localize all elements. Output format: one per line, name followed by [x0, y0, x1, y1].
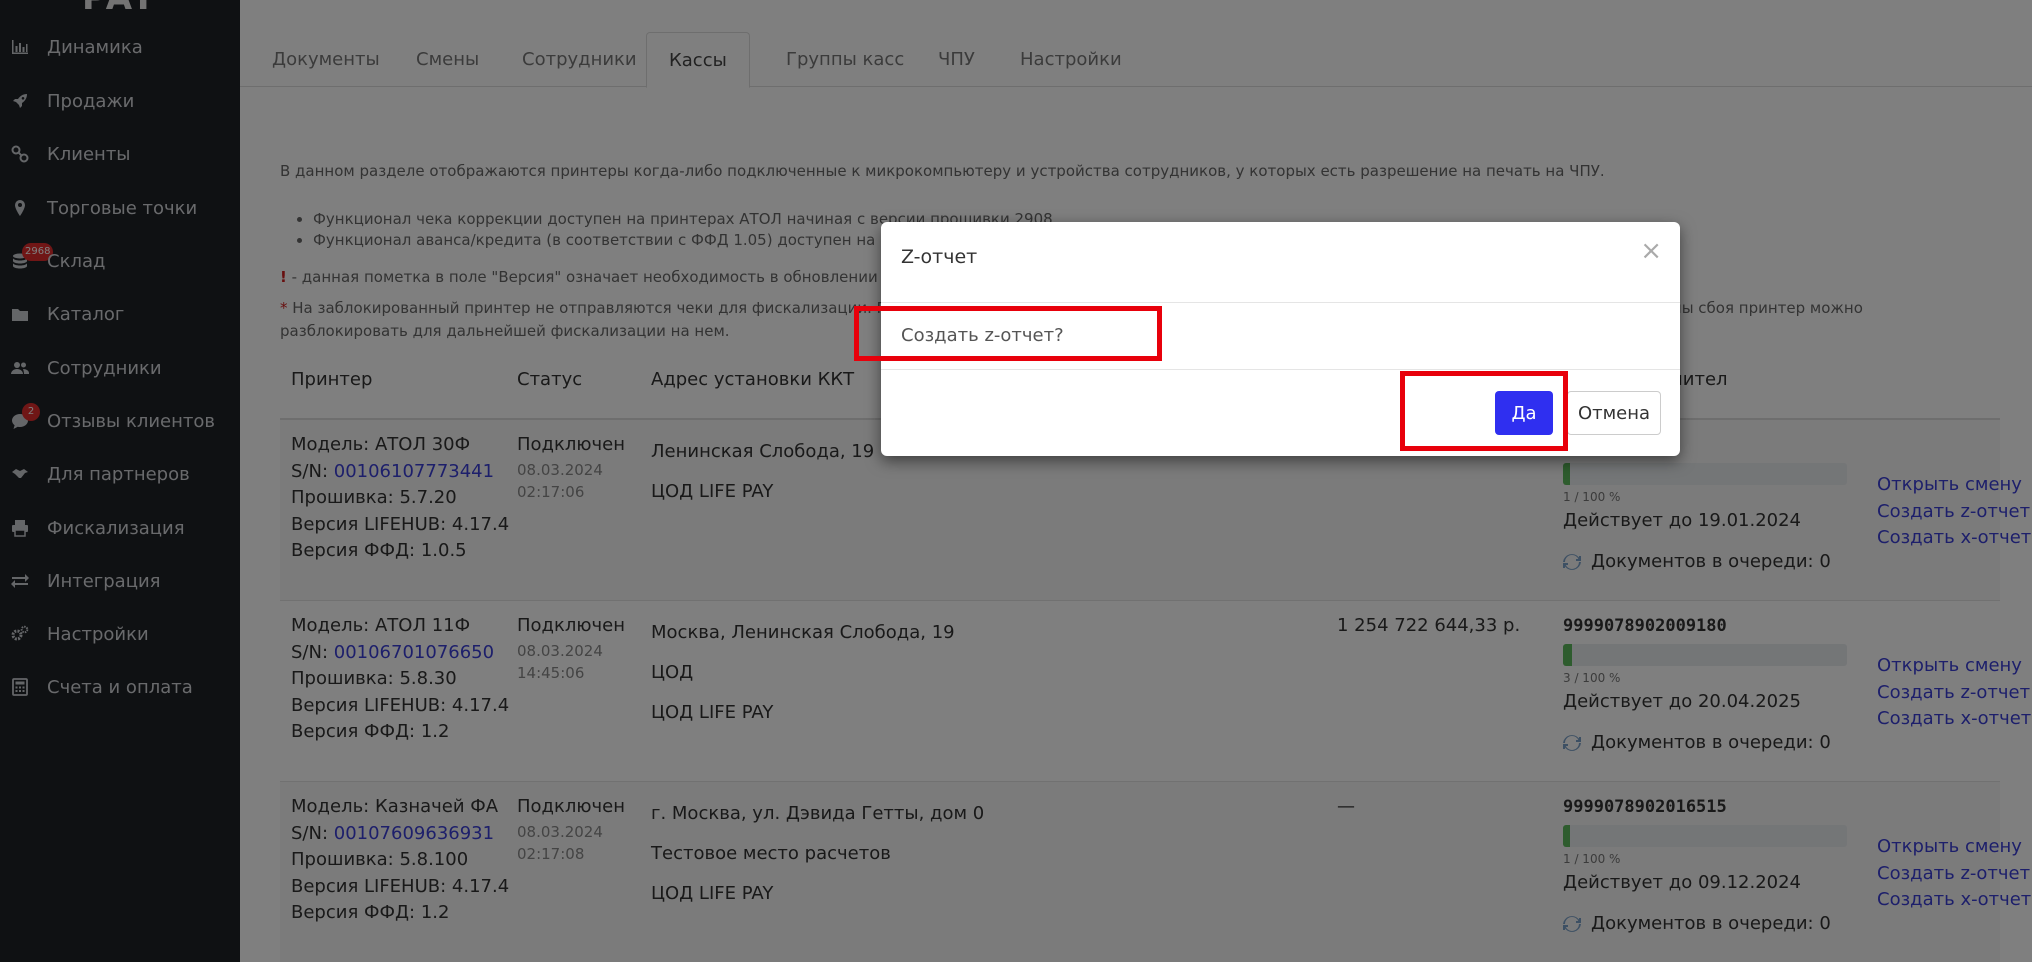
modal-backdrop[interactable]: [0, 0, 2032, 962]
modal-title: Z-отчет: [901, 246, 978, 268]
cancel-button[interactable]: Отмена: [1567, 391, 1661, 435]
modal-footer-divider: [881, 369, 1680, 370]
highlight-box-question: [854, 306, 1162, 361]
modal-header-divider: [881, 302, 1680, 303]
highlight-box-confirm: [1400, 371, 1568, 451]
close-icon[interactable]: ×: [1640, 238, 1662, 264]
